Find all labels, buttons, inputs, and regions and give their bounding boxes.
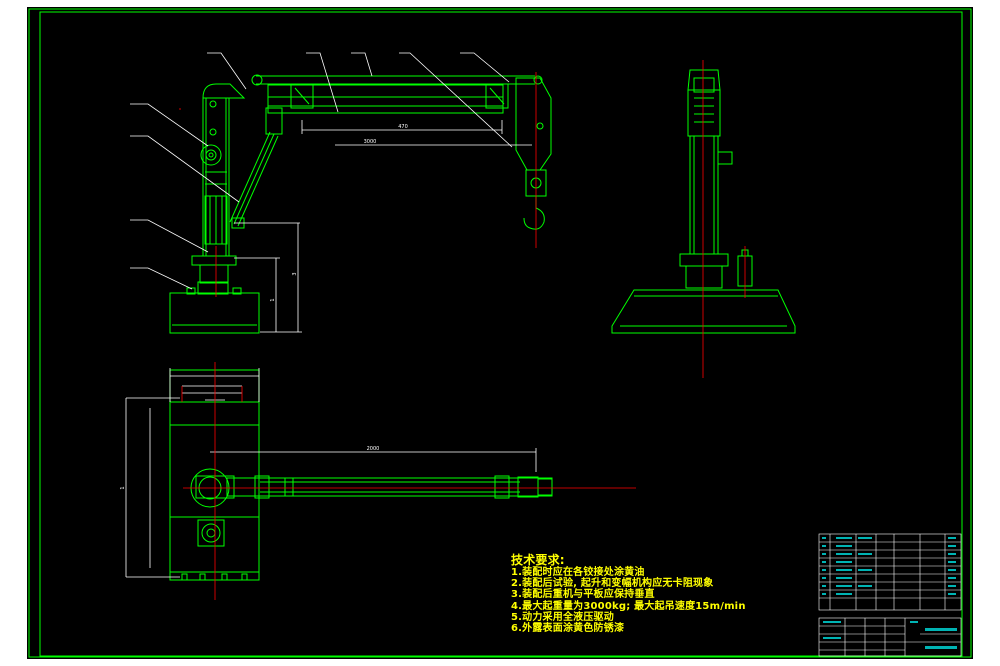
tech-req-line-5: 5.动力采用全液压驱动 (511, 611, 614, 623)
boom-body (267, 84, 504, 114)
tech-req-line-3: 3.装配后重机与平板应保持垂直 (511, 589, 655, 601)
front-view-dimensions (234, 120, 532, 333)
column-flange (191, 255, 237, 266)
tech-req-line-2: 2.装配后试验, 起升和变幅机构应无卡阻现象 (511, 578, 714, 590)
side-centerlines (702, 60, 746, 378)
cad-drawing: 470 3000 3 1 2000 1 (28, 8, 972, 658)
plan-boom (226, 477, 553, 497)
tech-req-title: 技术要求: (511, 553, 565, 567)
tech-req-line-1: 1.装配时应在各铰接处涂黄油 (511, 567, 645, 578)
inner-frame (39, 11, 963, 657)
slewing-gear (200, 144, 222, 166)
title-block-fill (822, 537, 957, 649)
front-elevation-view (169, 74, 552, 334)
part-leaders (130, 52, 513, 290)
dim-base-depth: 1 (120, 486, 126, 489)
dim-column-height: 3 (292, 272, 298, 275)
side-elevation-view (611, 69, 796, 334)
technical-requirements: 技术要求: 1.装配时应在各铰接处涂黄油 2.装配后试验, 起升和变幅机构应无卡… (511, 553, 746, 634)
dim-boom-span: 3000 (364, 139, 377, 145)
tech-req-line-6: 6.外露表面涂黄色防锈漆 (511, 623, 625, 635)
base-block (169, 292, 260, 334)
hook (523, 196, 545, 230)
dim-base-width: 1 (270, 298, 276, 301)
luffing-cylinder (229, 131, 271, 223)
dim-plan-span: 2000 (367, 446, 380, 452)
plan-view (169, 369, 553, 581)
boom-head (515, 77, 552, 171)
plan-dimensions (125, 368, 537, 578)
drawing-canvas: 470 3000 3 1 2000 1 技术要求: 1.装配时应在各铰接处涂黄油… (0, 0, 1000, 666)
tech-req-line-4: 4.最大起重量为3000kg; 最大起吊速度15m/min (511, 600, 746, 612)
dim-boom-length: 470 (398, 124, 408, 130)
